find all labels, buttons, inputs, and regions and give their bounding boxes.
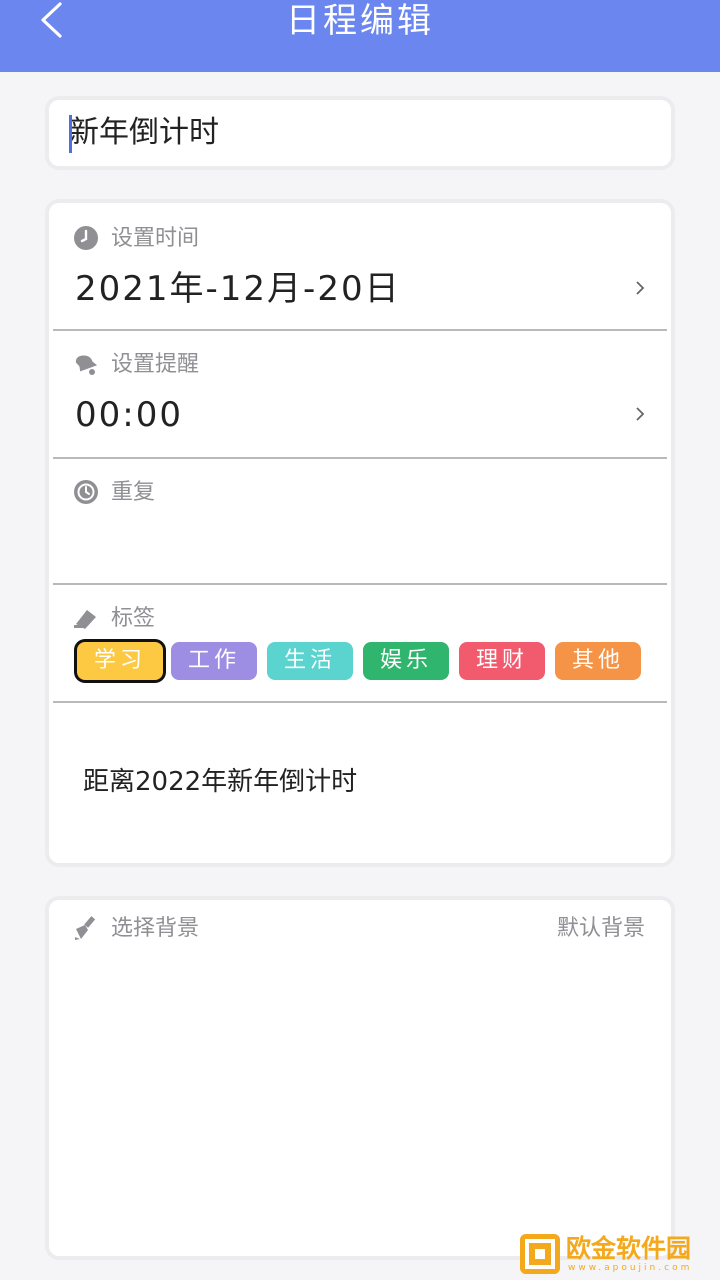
title-card: 新年倒计时 [49, 100, 671, 166]
date-label: 设置时间 [111, 226, 200, 251]
clock-icon [74, 226, 98, 250]
bell-icon [75, 355, 98, 375]
text-caret [69, 115, 72, 153]
watermark-text: 欧金软件园 [566, 1234, 692, 1263]
schedule-settings-card: 设置时间 2021年-12月-20日 设置提醒 00:00 重复 标签 学习 工… [49, 203, 671, 863]
tag-entertainment[interactable]: 娱乐 [363, 642, 449, 680]
chevron-right-icon [636, 407, 645, 421]
background-label: 选择背景 [111, 916, 200, 941]
note-input[interactable]: 距离2022年新年倒计时 [83, 765, 357, 799]
tag-life[interactable]: 生活 [267, 642, 353, 680]
repeat-clock-icon [74, 480, 98, 504]
background-value[interactable]: 默认背景 [557, 915, 645, 943]
page-title: 日程编辑 [286, 1, 434, 41]
tag-study[interactable]: 学习 [77, 642, 163, 680]
brush-icon [75, 916, 96, 940]
reminder-label: 设置提醒 [111, 352, 200, 377]
watermark: 欧金软件园 www.apoujin.com [520, 1234, 715, 1276]
date-value: 2021年-12月-20日 [75, 269, 401, 309]
repeat-setting-row[interactable]: 重复 [53, 459, 667, 583]
chevron-right-icon [636, 281, 645, 295]
tag-list: 学习 工作 生活 娱乐 理财 其他 [71, 642, 651, 682]
repeat-label: 重复 [111, 480, 156, 505]
background-card[interactable]: 选择背景 默认背景 [49, 900, 671, 1256]
header-bar: 日程编辑 [0, 0, 720, 72]
tag-work[interactable]: 工作 [171, 642, 257, 680]
reminder-setting-row[interactable]: 设置提醒 00:00 [53, 331, 667, 457]
event-title-input[interactable]: 新年倒计时 [69, 100, 649, 166]
site-logo-icon [520, 1234, 560, 1274]
tag-other[interactable]: 其他 [555, 642, 641, 680]
reminder-value: 00:00 [75, 395, 183, 435]
divider [53, 583, 667, 585]
tag-icon [74, 610, 96, 629]
divider [53, 701, 667, 703]
tag-label: 标签 [111, 606, 156, 631]
date-setting-row[interactable]: 设置时间 2021年-12月-20日 [53, 203, 667, 329]
tag-finance[interactable]: 理财 [459, 642, 545, 680]
watermark-url: www.apoujin.com [568, 1263, 693, 1273]
